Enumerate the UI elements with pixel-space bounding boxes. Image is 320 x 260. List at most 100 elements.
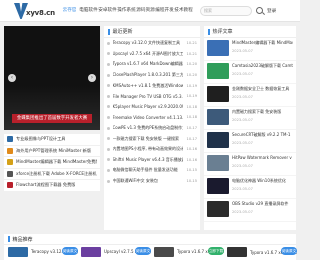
featured-slider[interactable]: ‹ › 金蝶集团推出了首届数字开发者大赛	[4, 26, 100, 130]
main-nav: 云存官 电脑软件 安卓软件 操作系统 源码资源 编程开发 技术教程	[60, 0, 193, 22]
article-title[interactable]: 内置地图PS小程序, 带有动画效果的设计神器	[113, 146, 183, 152]
article-date: 10-15	[186, 168, 197, 173]
recommend-card[interactable]: Teracopy v3.12.0 文件快速复制阅读原文	[8, 247, 78, 257]
list-item[interactable]: xforce注册机下载 Adobe X-FORCE注册机	[4, 169, 100, 180]
nav-item-dev[interactable]: 编程开发	[155, 0, 174, 22]
article-date: 10-19	[186, 94, 197, 99]
table-row[interactable]: Typora v1.6.7 x64 MarkDown编辑器中文版10-20	[104, 59, 200, 70]
card-action-button[interactable]: 阅读原文	[281, 247, 297, 255]
list-item[interactable]: Camtasia2023破解版下载 Camtasia 2023-05-07	[204, 61, 296, 84]
article-title[interactable]: Shiftri Music Player v6.4.3 音乐播放器	[113, 157, 183, 163]
article-title[interactable]: OBS Studio v29 直播录屏软件	[232, 201, 293, 206]
nav-item-source-code[interactable]: 源码资源	[136, 0, 155, 22]
article-title[interactable]: Teracopy v3.12.0 文件快速复制工具	[113, 40, 183, 46]
article-thumbnail[interactable]	[207, 109, 229, 125]
card-thumbnail[interactable]	[8, 247, 28, 257]
list-item-title: Flowchart流程图下载器 免费版	[16, 182, 76, 188]
article-thumbnail[interactable]	[207, 40, 229, 56]
latest-updates-panel: 最近更新 Teracopy v3.12.0 文件快速复制工具 10-21 Upsca…	[104, 26, 200, 230]
table-row[interactable]: KMSAuto++ v1.8.1 免费激活Windows及Office10-19	[104, 80, 200, 91]
article-title[interactable]: 电脑微信聊天助手插件 批量发送功能	[113, 167, 183, 173]
article-title[interactable]: K5player Music Player v2.9.2020.09	[113, 104, 183, 109]
article-title[interactable]: ClosePlashPlayer 1.8.0.3.201 第三方Flash	[113, 72, 183, 78]
bullet-icon	[107, 115, 110, 119]
table-row[interactable]: Upscayl v2.7.5 x64 开源AI图片放大工具 10-21	[104, 49, 200, 60]
table-row[interactable]: ClosePlashPlayer 1.8.0.3.201 第三方Flash10-…	[104, 70, 200, 81]
card-thumbnail[interactable]	[227, 247, 247, 257]
bullet-icon	[107, 62, 110, 66]
recommend-card[interactable]: Typora v1.6.7 x64 MarkDow阅读原文	[227, 247, 297, 257]
table-row[interactable]: 一款磁力搜索下载 免安装版 一键搜索 10-17	[104, 133, 200, 144]
nav-item-pc-software[interactable]: 电脑软件	[79, 0, 98, 22]
article-date: 10-20	[186, 62, 197, 67]
article-thumbnail[interactable]	[207, 86, 229, 102]
list-item[interactable]: SecureCRT破解版 v9.2.2 TM-1 2023-05-07	[204, 130, 296, 153]
article-title[interactable]: Freemake Video Converter v4.1.13.131	[113, 115, 183, 120]
list-item[interactable]: 海外用户PPT管理系统 MiniMaster 新版	[4, 146, 100, 157]
table-row[interactable]: Shiftri Music Player v6.4.3 音乐播放器 10-16	[104, 155, 200, 166]
table-row[interactable]: 电脑微信聊天助手插件 批量发送功能 10-15	[104, 165, 200, 176]
article-date: 10-18	[186, 115, 197, 120]
article-thumbnail[interactable]	[207, 132, 229, 148]
bullet-icon	[107, 105, 110, 109]
nav-item-os[interactable]: 操作系统	[117, 0, 136, 22]
table-row[interactable]: 中国联通WiFi中文 安装包 10-15	[104, 176, 200, 187]
article-title[interactable]: SecureCRT破解版 v9.2.2 TM-1	[232, 132, 293, 137]
list-item[interactable]: 专业级图像与PPT设计工具	[4, 134, 100, 146]
article-meta: SecureCRT破解版 v9.2.2 TM-1 2023-05-07	[232, 132, 293, 150]
accent-bar	[208, 28, 210, 35]
article-thumbnail[interactable]	[207, 201, 229, 217]
card-action-button[interactable]: 阅读原文	[62, 247, 78, 255]
slider-next-icon[interactable]: ›	[88, 74, 96, 82]
card-action-button[interactable]: 立即下载	[208, 247, 224, 255]
article-thumbnail[interactable]	[207, 63, 229, 79]
table-row[interactable]: File Manager Pro TV USB OTG v5.3.0 10-19	[104, 91, 200, 102]
table-row[interactable]: CowPE v1.3 免费的PE系统启动盘制作工具 10-17	[104, 123, 200, 134]
card-thumbnail[interactable]	[81, 247, 101, 257]
article-title[interactable]: HitPaw Watermark Remover v	[232, 155, 293, 160]
list-item[interactable]: 金刚数据安全卫士 数据恢复工具 2023-05-07	[204, 84, 296, 107]
panel-header: 精品推荐	[4, 234, 296, 245]
app-icon	[7, 182, 13, 189]
article-title[interactable]: KMSAuto++ v1.8.1 免费激活Windows及Office	[113, 83, 183, 89]
article-title[interactable]: CowPE v1.3 免费的PE系统启动盘制作工具	[113, 125, 183, 131]
site-logo[interactable]: xyv8.cn	[14, 3, 55, 19]
article-thumbnail[interactable]	[207, 155, 229, 171]
nav-item-tutorials[interactable]: 技术教程	[174, 0, 193, 22]
list-item[interactable]: HitPaw Watermark Remover v 2023-05-07	[204, 153, 296, 176]
article-title[interactable]: 中国联通WiFi中文 安装包	[113, 178, 183, 184]
table-row[interactable]: 内置地图PS小程序, 带有动画效果的设计神器10-16	[104, 144, 200, 155]
article-title[interactable]: Camtasia2023破解版下载 Camtasia	[232, 63, 293, 68]
recommend-card[interactable]: Typora v1.6.7 x64 MarkDown编辑立即下载	[154, 247, 224, 257]
recommend-card[interactable]: Upscayl v2.7.5 x64 开源AI图片放大阅读原文	[81, 247, 151, 257]
nav-item-home[interactable]: 云存官	[60, 0, 79, 22]
article-title[interactable]: Upscayl v2.7.5 x64 开源AI图片放大工具	[113, 51, 183, 57]
table-row[interactable]: Freemake Video Converter v4.1.13.13110-1…	[104, 112, 200, 123]
list-item[interactable]: OBS Studio v29 直播录屏软件 2023-05-07	[204, 199, 296, 222]
article-title[interactable]: 一款磁力搜索下载 免安装版 一键搜索	[113, 136, 183, 142]
card-thumbnail[interactable]	[154, 247, 174, 257]
recommend-panel: 精品推荐 Teracopy v3.12.0 文件快速复制阅读原文Upscayl …	[4, 234, 297, 260]
card-action-button[interactable]: 阅读原文	[135, 247, 151, 255]
article-title[interactable]: 电脑优化神器 Win10系统优化	[232, 178, 293, 183]
slider-caption[interactable]: 金蝶集团推出了首届数字开发者大赛	[12, 114, 92, 123]
article-title[interactable]: 内置磁力搜索下载 免安装版	[232, 109, 293, 114]
article-title[interactable]: Typora v1.6.7 x64 MarkDown编辑器中文版	[113, 61, 183, 67]
table-row[interactable]: Teracopy v3.12.0 文件快速复制工具 10-21	[104, 38, 200, 49]
table-row[interactable]: K5player Music Player v2.9.2020.09 10-18	[104, 102, 200, 113]
search-icon[interactable]	[256, 7, 263, 14]
article-thumbnail[interactable]	[207, 178, 229, 194]
list-item[interactable]: MindMaster编辑器下载 MindMaster免费版	[4, 157, 100, 169]
article-title[interactable]: 金刚数据安全卫士 数据恢复工具	[232, 86, 293, 91]
bullet-icon	[107, 52, 110, 56]
list-item[interactable]: MindMaster编辑器下载 MindMaster 2023-05-07	[204, 38, 296, 61]
nav-item-android-software[interactable]: 安卓软件	[98, 0, 117, 22]
list-item[interactable]: 内置磁力搜索下载 免安装版 2023-05-07	[204, 107, 296, 130]
article-title[interactable]: MindMaster编辑器下载 MindMaster	[232, 40, 293, 45]
list-item[interactable]: Flowchart流程图下载器 免费版	[4, 180, 100, 192]
search-input[interactable]: 搜索	[200, 6, 252, 16]
list-item[interactable]: 电脑优化神器 Win10系统优化 2023-05-07	[204, 176, 296, 199]
slider-prev-icon[interactable]: ‹	[8, 74, 16, 82]
article-title[interactable]: File Manager Pro TV USB OTG v5.3.0	[113, 94, 183, 99]
login-link[interactable]: 登录	[267, 8, 276, 14]
